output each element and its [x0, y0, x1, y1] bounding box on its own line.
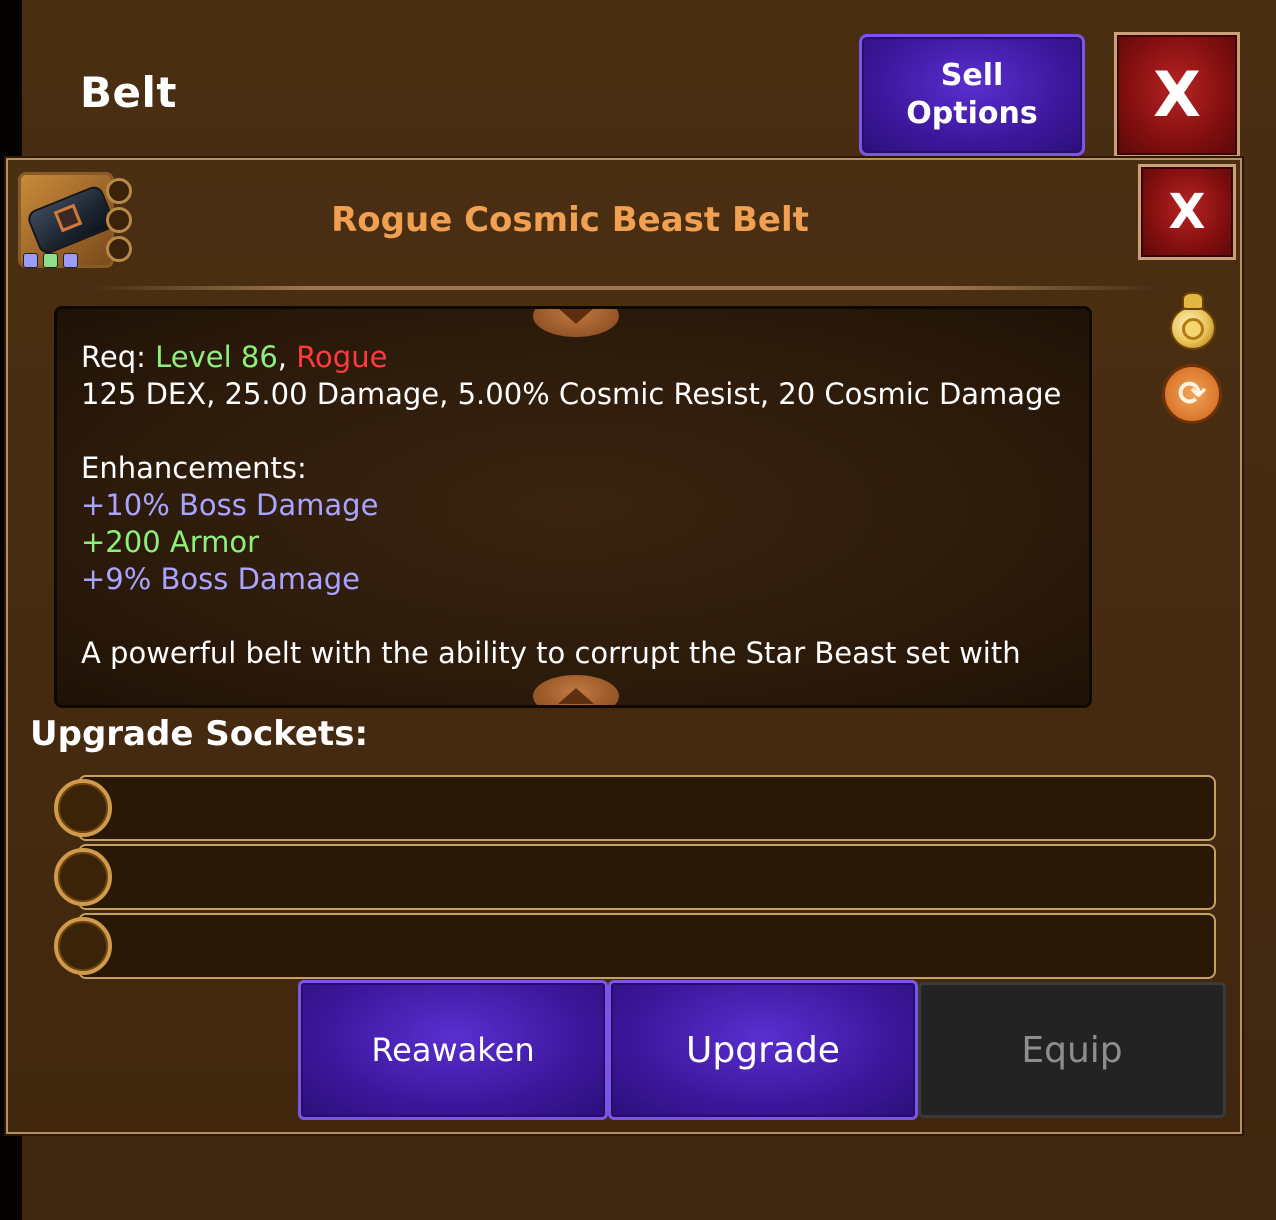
chevron-up-icon	[558, 688, 594, 704]
enhancements-header: Enhancements:	[81, 451, 307, 485]
bag-knot-shape	[1182, 292, 1204, 310]
item-name: Rogue Cosmic Beast Belt	[331, 200, 809, 240]
socket-ring-icon[interactable]	[54, 917, 112, 975]
item-description-text: Req: Level 86, Rogue 125 DEX, 25.00 Dama…	[81, 339, 1071, 684]
socket-ring-icon[interactable]	[54, 848, 112, 906]
stats-line: 125 DEX, 25.00 Damage, 5.00% Cosmic Resi…	[81, 377, 1062, 411]
cycle-glyph: ⟳	[1177, 374, 1207, 414]
close-item-button[interactable]: X	[1138, 164, 1236, 260]
socket-ring-icon[interactable]	[54, 779, 112, 837]
reawaken-button[interactable]: Reawaken	[298, 980, 608, 1120]
equip-label: Equip	[1021, 1029, 1123, 1071]
divider	[90, 286, 1160, 290]
item-socket-icon	[106, 236, 132, 262]
req-prefix: Req:	[81, 340, 156, 374]
upgrade-label: Upgrade	[686, 1029, 840, 1071]
gem-slot-icon	[23, 253, 38, 268]
gem-slot-icon	[43, 253, 58, 268]
gem-slot-icon	[63, 253, 78, 268]
upgrade-sockets-label: Upgrade Sockets:	[30, 714, 369, 754]
cycle-arrows-icon[interactable]: ⟳	[1162, 364, 1222, 424]
close-icon: X	[1168, 184, 1206, 240]
upgrade-socket-row[interactable]	[78, 913, 1216, 979]
item-description-box[interactable]: Req: Level 86, Rogue 125 DEX, 25.00 Dama…	[54, 306, 1092, 708]
upgrade-socket-row[interactable]	[78, 844, 1216, 910]
chevron-down-icon	[558, 309, 594, 324]
item-socket-icon	[106, 207, 132, 233]
reawaken-label: Reawaken	[371, 1031, 535, 1069]
close-window-button[interactable]: X	[1114, 32, 1240, 158]
enhancement-line: +10% Boss Damage	[81, 488, 379, 522]
scroll-down-button[interactable]	[533, 309, 619, 337]
coin-bag-icon[interactable]	[1168, 292, 1218, 352]
close-icon: X	[1153, 58, 1201, 131]
page-title: Belt	[80, 68, 177, 117]
equip-button[interactable]: Equip	[918, 982, 1226, 1118]
req-separator: ,	[277, 340, 297, 374]
enhancement-line: +200 Armor	[81, 525, 260, 559]
flavor-text: A powerful belt with the ability to corr…	[81, 636, 1021, 670]
sell-options-button[interactable]: Sell Options	[859, 34, 1085, 156]
req-level: Level 86	[155, 340, 278, 374]
upgrade-socket-row[interactable]	[78, 775, 1216, 841]
upgrade-button[interactable]: Upgrade	[608, 980, 918, 1120]
enhancement-line: +9% Boss Damage	[81, 562, 360, 596]
req-class: Rogue	[296, 340, 388, 374]
bag-coin-shape	[1182, 318, 1204, 340]
requirement-line: Req: Level 86, Rogue	[81, 339, 1071, 376]
item-socket-icon	[106, 178, 132, 204]
sell-options-label: Sell Options	[906, 58, 1038, 131]
